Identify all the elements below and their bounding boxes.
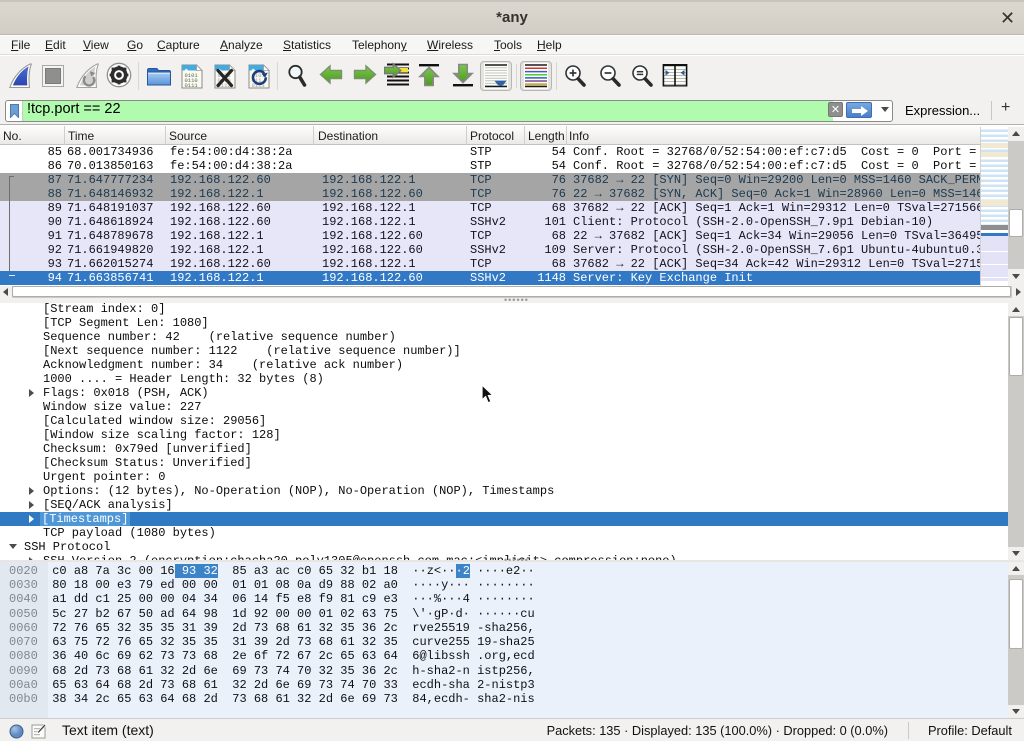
svg-text:0111: 0111 bbox=[185, 82, 199, 89]
